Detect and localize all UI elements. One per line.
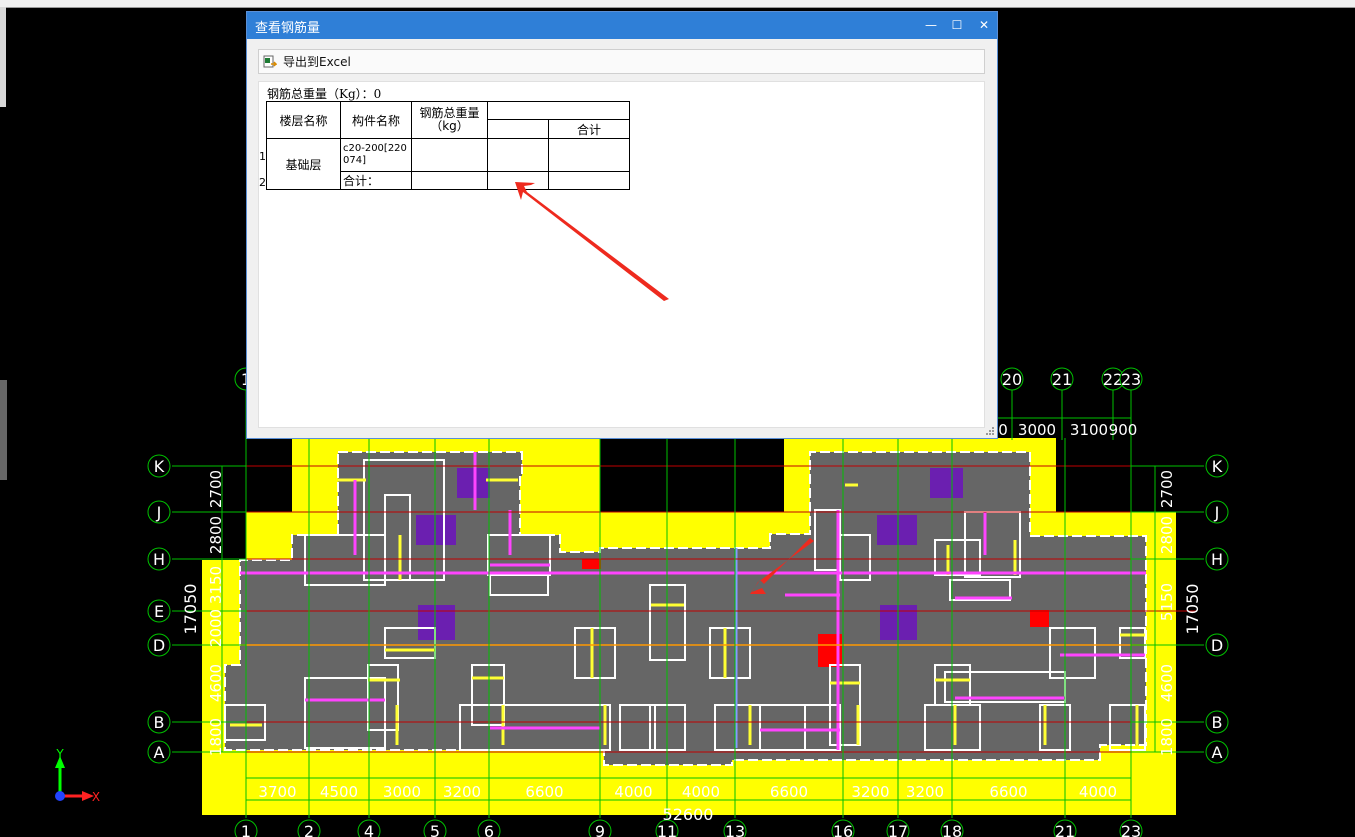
ucs-y-label: Y (55, 747, 64, 761)
dim-top-4: 900 (1109, 421, 1138, 439)
dim-left-4: 2000 (207, 609, 225, 647)
annotation-arrow-layer (515, 182, 669, 301)
axis-label-left-3: H (153, 550, 165, 569)
dim-bottom-12: 4000 (1079, 783, 1117, 801)
axis-label-bottom-9: 16 (833, 822, 853, 837)
dim-left-5: 4600 (207, 664, 225, 702)
dim-bottom-7: 4000 (682, 783, 720, 801)
dim-top-2: 3000 (1018, 421, 1056, 439)
export-excel-label: 导出到Excel (283, 55, 351, 69)
dialog-title: 查看钢筋量 (255, 21, 321, 36)
column-block-3 (930, 468, 963, 498)
axis-label-right-3: H (1211, 550, 1223, 569)
dialog-toolbar: 导出到Excel (258, 49, 985, 74)
left-panel-edge (0, 7, 6, 107)
export-excel-button[interactable]: 导出到Excel (263, 52, 351, 71)
dim-bottom-9: 3200 (851, 783, 889, 801)
axis-label-top-2: 20 (1002, 370, 1022, 389)
axis-label-bottom-1: 1 (241, 822, 251, 837)
minimize-button[interactable]: — (919, 15, 943, 35)
dim-bottom-6: 4000 (614, 783, 652, 801)
ucs-x-label: X (92, 790, 100, 804)
dim-top-3: 3100 (1070, 421, 1108, 439)
column-block-5 (418, 605, 455, 640)
axis-label-left-1: K (154, 457, 165, 476)
axis-label-bottom-3: 4 (364, 822, 374, 837)
axis-label-right-4: D (1211, 636, 1223, 655)
axis-label-bottom-6: 9 (595, 822, 605, 837)
dim-right-3: 5150 (1158, 583, 1176, 621)
axis-label-bottom-7: 11 (657, 822, 677, 837)
dim-right-2: 2800 (1158, 516, 1176, 554)
axis-label-bottom-10: 17 (888, 822, 908, 837)
dim-bottom-4: 3200 (443, 783, 481, 801)
maximize-button[interactable]: ☐ (945, 15, 969, 35)
axis-label-left-7: A (154, 743, 165, 762)
axis-label-bottom-4: 5 (430, 822, 440, 837)
annotation-arrow-1 (515, 182, 669, 301)
dim-right-4: 4600 (1158, 664, 1176, 702)
axis-label-left-5: D (153, 636, 165, 655)
left-splitter[interactable] (0, 380, 7, 480)
axis-label-right-6: A (1212, 743, 1223, 762)
dim-bottom-8: 6600 (770, 783, 808, 801)
dim-left-3: 3150 (207, 566, 225, 604)
column-block-4 (877, 515, 917, 545)
ucs-origin-icon (55, 791, 65, 801)
axis-label-bottom-12: 21 (1055, 822, 1075, 837)
dim-right-5: 1800 (1158, 718, 1176, 756)
report-view[interactable]: 钢筋总重量（Kg）：0 1 2 楼层名称 构件名称 钢筋总重量 （kg） 合计 … (258, 81, 985, 428)
axis-label-right-2: J (1214, 503, 1220, 522)
main-window-top-edge (0, 0, 1355, 8)
dim-left-2: 2800 (207, 516, 225, 554)
dim-bottom-total: 52600 (663, 805, 714, 824)
axis-label-bottom-11: 18 (942, 822, 962, 837)
dim-bottom-11: 6600 (989, 783, 1027, 801)
dialog-titlebar[interactable]: 查看钢筋量 — ☐ ✕ (247, 12, 997, 39)
dim-left-6: 1800 (207, 718, 225, 756)
dim-right-total: 17050 (1183, 584, 1202, 635)
red-marker-3 (582, 559, 601, 569)
axis-label-left-4: E (154, 602, 164, 621)
dim-right-1: 2700 (1158, 470, 1176, 508)
excel-export-icon (263, 55, 278, 69)
dim-top-1: 0 (998, 421, 1008, 439)
dim-bottom-1: 3700 (258, 783, 296, 801)
axis-label-left-2: J (156, 503, 162, 522)
rebar-quantity-dialog: 查看钢筋量 — ☐ ✕ 导出到Excel 钢筋总重量（Kg）：0 1 2 楼层名… (246, 11, 998, 439)
axis-label-bottom-2: 2 (304, 822, 314, 837)
axis-label-top-5: 23 (1121, 370, 1141, 389)
axis-label-bottom-5: 6 (484, 822, 494, 837)
axis-label-bottom-8: 13 (725, 822, 745, 837)
axis-label-top-3: 21 (1052, 370, 1072, 389)
column-block-2 (416, 515, 456, 545)
dim-left-total: 17050 (181, 584, 200, 635)
close-button[interactable]: ✕ (972, 15, 996, 35)
axis-label-right-1: K (1212, 457, 1223, 476)
axis-label-bottom-13: 23 (1121, 822, 1141, 837)
dim-bottom-5: 6600 (525, 783, 563, 801)
resize-grip-icon[interactable] (985, 426, 995, 436)
dim-bottom-10: 3200 (906, 783, 944, 801)
red-marker-2 (1030, 610, 1049, 627)
axis-label-right-5: B (1212, 713, 1223, 732)
axis-label-left-6: B (154, 713, 165, 732)
dim-bottom-2: 4500 (320, 783, 358, 801)
dim-left-1: 2700 (207, 470, 225, 508)
dim-bottom-3: 3000 (383, 783, 421, 801)
